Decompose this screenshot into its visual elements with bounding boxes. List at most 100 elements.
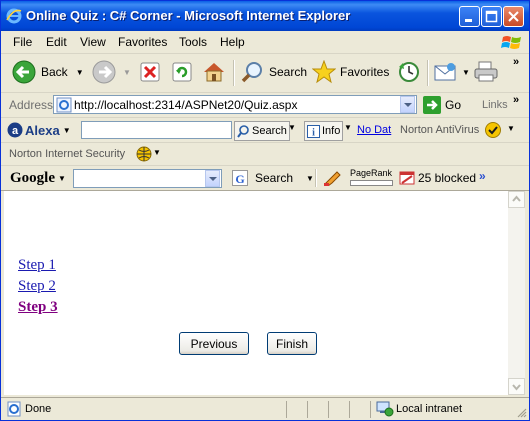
google-toolbar: Google ▼ G Search ▼ PageRank 25 blocked … [1, 166, 529, 191]
go-label: Go [445, 97, 462, 112]
alexa-info-dropdown-icon[interactable]: ▼ [344, 123, 352, 132]
favorites-label: Favorites [340, 65, 390, 79]
windows-logo-icon [501, 36, 521, 49]
menu-file[interactable]: File [13, 35, 32, 49]
google-g-icon: G [232, 170, 248, 186]
maximize-icon [485, 10, 498, 23]
alexa-brand: Alexa [25, 122, 60, 138]
alexa-no-data-link[interactable]: No Dat [357, 124, 391, 136]
close-icon [508, 11, 519, 22]
mail-dropdown-icon[interactable]: ▼ [462, 68, 470, 77]
alexa-search-icon [237, 124, 249, 138]
previous-button[interactable]: Previous [179, 332, 249, 355]
info-icon: i [307, 124, 320, 138]
status-text: Done [25, 403, 52, 415]
history-button[interactable] [396, 58, 422, 86]
minimize-button[interactable] [459, 6, 480, 27]
mail-button[interactable]: ▼ [434, 58, 470, 86]
address-dropdown-button[interactable] [400, 96, 415, 113]
address-url[interactable]: http://localhost:2314/ASPNet20/Quiz.aspx [74, 98, 297, 112]
back-dropdown-icon[interactable]: ▼ [76, 68, 84, 77]
norton-security-globe-icon[interactable] [136, 146, 152, 162]
pagerank-label: PageRank [350, 168, 393, 178]
search-button[interactable]: Search [241, 58, 307, 86]
stop-icon [140, 62, 160, 82]
stop-button[interactable] [139, 58, 161, 86]
browser-window: Online Quiz : C# Corner - Microsoft Inte… [0, 0, 530, 421]
pagerank-meter[interactable]: PageRank [349, 168, 393, 188]
google-search-button[interactable]: G Search ▼ [232, 168, 314, 188]
links-label[interactable]: Links [482, 99, 508, 111]
menu-view[interactable]: View [80, 35, 106, 49]
toolbar-separator [427, 60, 429, 86]
alexa-search-input[interactable] [81, 121, 232, 139]
go-arrow-icon [423, 95, 441, 114]
refresh-button[interactable] [171, 58, 193, 86]
resize-grip-icon[interactable] [515, 406, 527, 418]
window-title: Online Quiz : C# Corner - Microsoft Inte… [26, 8, 351, 23]
google-search-input[interactable] [73, 169, 222, 188]
alexa-search-dropdown-icon[interactable]: ▼ [288, 123, 296, 132]
google-overflow-chevron-icon[interactable]: » [479, 169, 486, 183]
google-brand: Google [10, 169, 55, 186]
status-divider [370, 401, 371, 418]
address-label: Address [9, 98, 54, 112]
step-2-link[interactable]: Step 2 [18, 278, 56, 295]
maximize-button[interactable] [481, 6, 502, 27]
page-done-icon [7, 401, 21, 417]
norton-security-toolbar: Norton Internet Security ▼ [1, 143, 529, 166]
history-icon [399, 62, 419, 82]
vertical-scrollbar[interactable] [508, 191, 525, 395]
highlight-marker-icon[interactable] [323, 170, 341, 186]
toolbar-overflow-chevron-icon[interactable]: » [513, 56, 519, 68]
title-bar[interactable]: Online Quiz : C# Corner - Microsoft Inte… [1, 1, 529, 31]
blocked-count: 25 blocked [418, 171, 477, 185]
alexa-menu-button[interactable]: a Alexa ▼ [7, 120, 71, 140]
norton-antivirus-dropdown-icon[interactable]: ▼ [507, 124, 515, 133]
minimize-icon [465, 19, 472, 22]
favorites-button[interactable]: Favorites [312, 58, 389, 86]
scroll-down-arrow-icon [512, 384, 521, 391]
google-menu-button[interactable]: Google ▼ [10, 168, 66, 188]
menu-edit[interactable]: Edit [46, 35, 67, 49]
step-3-link[interactable]: Step 3 [18, 299, 58, 316]
norton-security-label: Norton Internet Security [9, 148, 126, 160]
close-button[interactable] [503, 6, 524, 27]
menu-tools[interactable]: Tools [179, 35, 207, 49]
standard-toolbar: Back ▼ ▼ Search Favorites ▼ » [1, 54, 529, 93]
svg-text:G: G [235, 172, 244, 186]
step-1-link[interactable]: Step 1 [18, 257, 56, 274]
status-divider [307, 401, 308, 418]
mail-icon [434, 63, 456, 81]
menu-bar: File Edit View Favorites Tools Help [1, 31, 529, 54]
alexa-search-label: Search [252, 125, 287, 137]
forward-dropdown-icon[interactable]: ▼ [123, 68, 131, 77]
scroll-up-arrow-icon [512, 195, 521, 202]
forward-button[interactable]: ▼ [91, 58, 131, 86]
status-divider [286, 401, 287, 418]
norton-security-dropdown-icon[interactable]: ▼ [153, 148, 161, 157]
print-button[interactable] [473, 58, 499, 86]
google-search-type-dropdown-icon[interactable]: ▼ [306, 174, 314, 183]
alexa-info-button[interactable]: i Info [304, 121, 344, 141]
links-chevron-icon[interactable]: » [513, 94, 519, 106]
refresh-icon [172, 62, 192, 82]
menu-help[interactable]: Help [220, 35, 245, 49]
svg-text:i: i [312, 127, 315, 138]
finish-button[interactable]: Finish [267, 332, 317, 355]
scroll-up-button[interactable] [508, 191, 525, 208]
scroll-down-button[interactable] [508, 378, 525, 395]
alexa-search-button[interactable]: Search [234, 121, 290, 141]
back-button[interactable]: Back ▼ [11, 58, 84, 86]
home-button[interactable] [202, 58, 226, 86]
popup-blocker-button[interactable]: 25 blocked [399, 168, 476, 188]
google-search-dropdown-button[interactable] [205, 170, 220, 187]
norton-antivirus-icon[interactable] [485, 122, 501, 138]
menu-favorites[interactable]: Favorites [118, 35, 167, 49]
alexa-toolbar: a Alexa ▼ Search ▼ i Info ▼ No Dat Norto… [1, 118, 529, 143]
printer-icon [474, 61, 498, 82]
ie-logo-icon [6, 8, 22, 24]
go-button[interactable]: Go [423, 95, 461, 114]
address-field[interactable]: http://localhost:2314/ASPNet20/Quiz.aspx [53, 95, 417, 114]
popup-blocker-icon [399, 171, 415, 185]
